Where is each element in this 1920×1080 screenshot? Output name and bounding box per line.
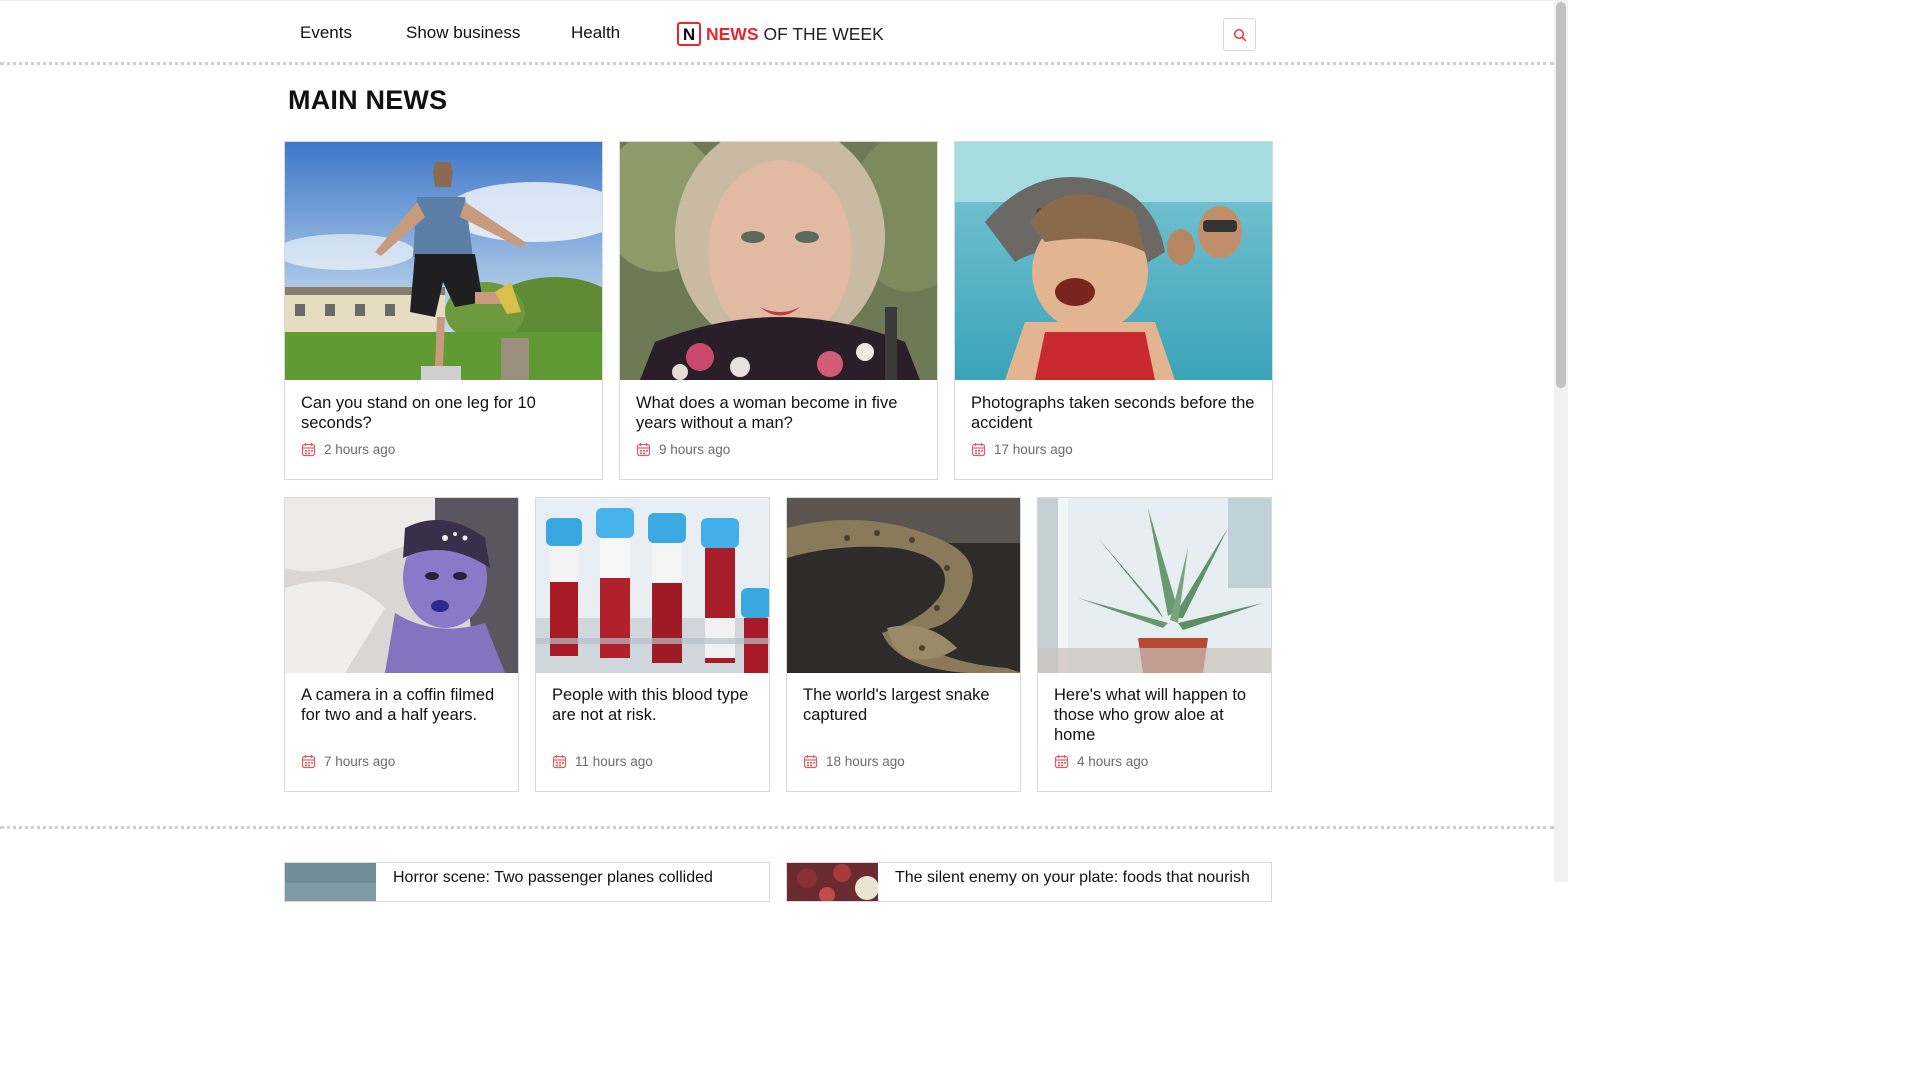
article-title[interactable]: Can you stand on one leg for 10 seconds? (301, 393, 588, 433)
calendar-icon (1054, 755, 1069, 769)
article-time: 11 hours ago (575, 754, 653, 769)
article-title[interactable]: Photographs taken seconds before the acc… (971, 393, 1258, 433)
article-title[interactable]: The world's largest snake captured (803, 685, 1006, 725)
nav-show-business[interactable]: Show business (406, 23, 520, 43)
article-image-seal-sea[interactable] (955, 142, 1272, 380)
logo-mark: N (677, 22, 701, 46)
article-time: 2 hours ago (324, 442, 396, 457)
article-thumbnail-planes[interactable] (285, 863, 376, 901)
article-title[interactable]: A camera in a coffin filmed for two and … (301, 685, 504, 725)
article-time: 17 hours ago (994, 442, 1073, 457)
article-time: 4 hours ago (1077, 754, 1149, 769)
site-logo[interactable]: N NEWS OF THE WEEK (677, 22, 884, 46)
article-time: 18 hours ago (826, 754, 905, 769)
article-title[interactable]: What does a woman become in five years w… (636, 393, 923, 433)
calendar-icon (803, 755, 818, 769)
page-scrollbar[interactable] (1554, 0, 1568, 882)
article-meta: 4 hours ago (1054, 754, 1148, 769)
calendar-icon (552, 755, 567, 769)
article-card[interactable]: People with this blood type are not at r… (535, 497, 770, 792)
calendar-icon (301, 443, 316, 457)
article-card[interactable]: Photographs taken seconds before the acc… (954, 141, 1273, 480)
article-card[interactable]: What does a woman become in five years w… (619, 141, 938, 480)
article-image-snake[interactable] (787, 498, 1020, 673)
article-thumbnail-food[interactable] (787, 863, 878, 901)
article-title[interactable]: Horror scene: Two passenger planes colli… (393, 869, 713, 887)
article-title[interactable]: People with this blood type are not at r… (552, 685, 755, 725)
article-meta: 7 hours ago (301, 754, 395, 769)
article-image-man-one-leg[interactable] (285, 142, 602, 380)
logo-tagline: OF THE WEEK (763, 23, 884, 44)
article-meta: 2 hours ago (301, 442, 395, 457)
calendar-icon (301, 755, 316, 769)
section-divider (0, 826, 1554, 829)
article-image-aloe[interactable] (1038, 498, 1271, 673)
article-card-wide[interactable]: Horror scene: Two passenger planes colli… (284, 862, 770, 902)
article-card[interactable]: Can you stand on one leg for 10 seconds?… (284, 141, 603, 480)
article-meta: 17 hours ago (971, 442, 1073, 457)
article-time: 7 hours ago (324, 754, 396, 769)
logo-news-text: NEWS (706, 23, 759, 44)
article-image-blood-tubes[interactable] (536, 498, 769, 673)
article-meta: 11 hours ago (552, 754, 653, 769)
calendar-icon (636, 443, 651, 457)
article-card-wide[interactable]: The silent enemy on your plate: foods th… (786, 862, 1272, 902)
section-title: MAIN NEWS (288, 85, 448, 115)
header-divider (0, 62, 1554, 65)
article-image-woman-portrait[interactable] (620, 142, 937, 380)
nav-events[interactable]: Events (300, 23, 352, 43)
article-title[interactable]: The silent enemy on your plate: foods th… (895, 869, 1250, 887)
scrollbar-thumb[interactable] (1556, 2, 1566, 388)
article-meta: 18 hours ago (803, 754, 905, 769)
article-meta: 9 hours ago (636, 442, 730, 457)
calendar-icon (971, 443, 986, 457)
article-image-coffin[interactable] (285, 498, 518, 673)
site-header: Events Show business Health N NEWS OF TH… (0, 0, 1554, 64)
article-time: 9 hours ago (659, 442, 731, 457)
nav-health[interactable]: Health (571, 23, 620, 43)
article-card[interactable]: A camera in a coffin filmed for two and … (284, 497, 519, 792)
article-card[interactable]: The world's largest snake captured 18 ho… (786, 497, 1021, 792)
article-card[interactable]: Here's what will happen to those who gro… (1037, 497, 1272, 792)
search-icon (1233, 28, 1246, 41)
article-title[interactable]: Here's what will happen to those who gro… (1054, 685, 1257, 745)
search-button[interactable] (1223, 18, 1256, 51)
